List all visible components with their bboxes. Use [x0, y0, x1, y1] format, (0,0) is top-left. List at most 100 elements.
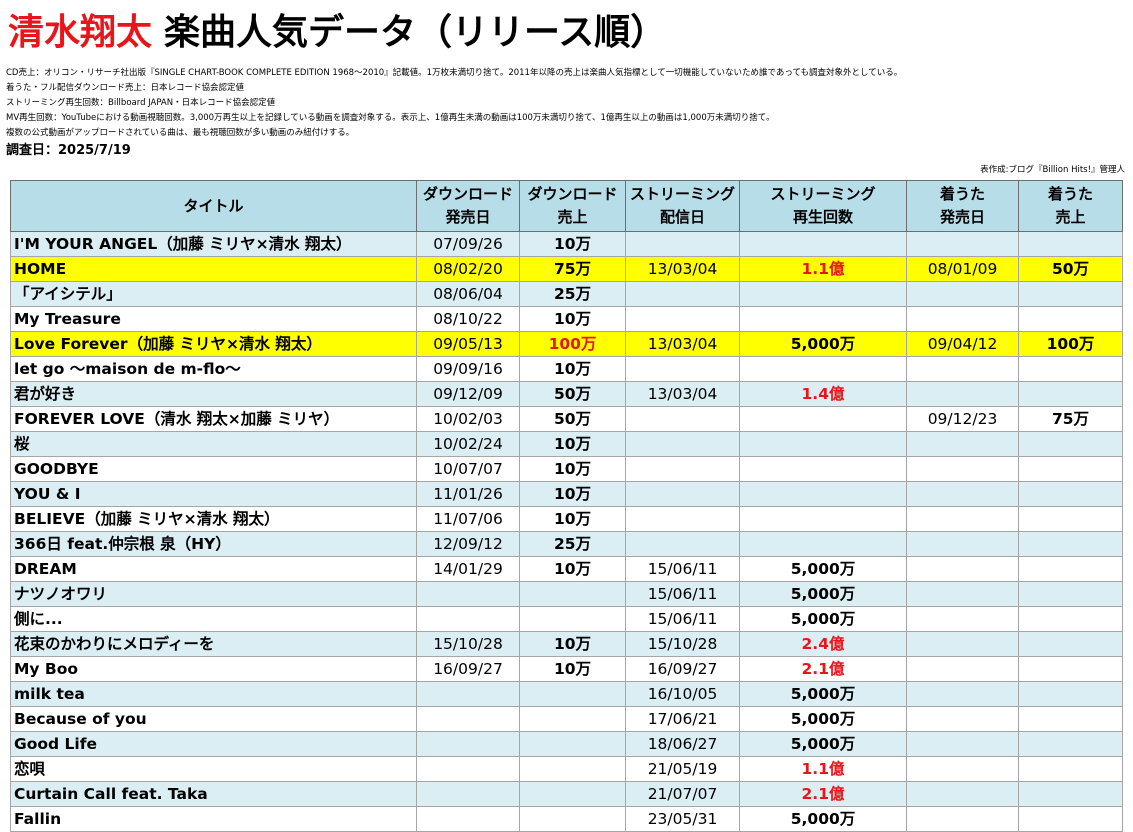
cell-download-sales: 50万	[519, 381, 626, 407]
cell-download-date	[416, 781, 520, 807]
header-label: ストリーミング 再生回数	[770, 185, 876, 226]
cell-streaming-date: 21/07/07	[625, 781, 740, 807]
cell-download-sales	[519, 706, 626, 732]
cell-download-sales: 10万	[519, 556, 626, 582]
cell-chakuuta-date	[906, 556, 1019, 582]
table-row: GOODBYE 10/07/07 10万	[10, 456, 1123, 482]
cell-download-sales	[519, 606, 626, 632]
cell-chakuuta-date	[906, 306, 1019, 332]
table-row: 花束のかわりにメロディーを 15/10/28 10万 15/10/28 2.4億	[10, 631, 1123, 657]
table-row: DREAM 14/01/29 10万 15/06/11 5,000万	[10, 556, 1123, 582]
cell-download-date	[416, 731, 520, 757]
table-row: ナツノオワリ 15/06/11 5,000万	[10, 581, 1123, 607]
cell-download-sales	[519, 756, 626, 782]
cell-chakuuta-sales	[1018, 731, 1123, 757]
table-row: 「アイシテル」 08/06/04 25万	[10, 281, 1123, 307]
cell-download-date: 10/02/24	[416, 431, 520, 457]
table-body: I'M YOUR ANGEL（加藤 ミリヤ×清水 翔太） 07/09/26 10…	[10, 231, 1123, 832]
cell-chakuuta-date	[906, 606, 1019, 632]
cell-download-date: 12/09/12	[416, 531, 520, 557]
cell-chakuuta-date	[906, 631, 1019, 657]
cell-chakuuta-date	[906, 456, 1019, 482]
cell-streaming-plays	[739, 481, 907, 507]
cell-chakuuta-sales	[1018, 231, 1123, 257]
note-streaming: ストリーミング再生回数：Billboard JAPAN・日本レコード協会認定値	[6, 98, 276, 108]
table-row: My Boo 16/09/27 10万 16/09/27 2.1億	[10, 656, 1123, 682]
cell-chakuuta-date	[906, 731, 1019, 757]
header-label: タイトル	[183, 196, 244, 215]
cell-streaming-date	[625, 531, 740, 557]
cell-streaming-plays: 5,000万	[739, 606, 907, 632]
cell-title: GOODBYE	[10, 456, 417, 482]
table-row: 恋唄 21/05/19 1.1億	[10, 756, 1123, 782]
cell-download-sales: 10万	[519, 481, 626, 507]
song-data-table: タイトル ダウンロード 発売日 ダウンロード 売上 ストリーミング 配信日 ストリーミ…	[10, 180, 1123, 832]
cell-streaming-date	[625, 506, 740, 532]
cell-title: 花束のかわりにメロディーを	[10, 631, 417, 657]
cell-download-date: 08/02/20	[416, 256, 520, 282]
table-row: My Treasure 08/10/22 10万	[10, 306, 1123, 332]
cell-streaming-plays: 5,000万	[739, 706, 907, 732]
cell-title: Fallin	[10, 806, 417, 832]
cell-title: Curtain Call feat. Taka	[10, 781, 417, 807]
cell-streaming-date: 18/06/27	[625, 731, 740, 757]
header-download-sales: ダウンロード 売上	[519, 180, 626, 232]
cell-chakuuta-date	[906, 581, 1019, 607]
cell-chakuuta-sales	[1018, 306, 1123, 332]
table-row: 366日 feat.仲宗根 泉（HY） 12/09/12 25万	[10, 531, 1123, 557]
cell-streaming-plays	[739, 281, 907, 307]
cell-chakuuta-sales	[1018, 556, 1123, 582]
table-row: I'M YOUR ANGEL（加藤 ミリヤ×清水 翔太） 07/09/26 10…	[10, 231, 1123, 257]
cell-download-sales: 10万	[519, 456, 626, 482]
header-label: 着うた 売上	[1047, 185, 1093, 226]
table-row: HOME 08/02/20 75万 13/03/04 1.1億 08/01/09…	[10, 256, 1123, 282]
cell-chakuuta-date	[906, 756, 1019, 782]
cell-download-date: 10/02/03	[416, 406, 520, 432]
table-row: BELIEVE（加藤 ミリヤ×清水 翔太） 11/07/06 10万	[10, 506, 1123, 532]
table-row: FOREVER LOVE（清水 翔太×加藤 ミリヤ） 10/02/03 50万 …	[10, 406, 1123, 432]
table-row: 桜 10/02/24 10万	[10, 431, 1123, 457]
table-row: Love Forever（加藤 ミリヤ×清水 翔太） 09/05/13 100万…	[10, 331, 1123, 357]
cell-download-date	[416, 606, 520, 632]
cell-streaming-plays: 5,000万	[739, 681, 907, 707]
cell-download-date: 08/06/04	[416, 281, 520, 307]
cell-download-date	[416, 706, 520, 732]
cell-chakuuta-date	[906, 231, 1019, 257]
cell-chakuuta-sales	[1018, 581, 1123, 607]
cell-streaming-date: 21/05/19	[625, 756, 740, 782]
note-mv-views: MV再生回数：YouTubeにおける動画視聴回数。3,000万再生以上を記録して…	[6, 113, 775, 123]
cell-streaming-plays: 1.4億	[739, 381, 907, 407]
cell-title: 恋唄	[10, 756, 417, 782]
cell-chakuuta-sales	[1018, 356, 1123, 382]
cell-chakuuta-sales	[1018, 431, 1123, 457]
cell-download-sales	[519, 806, 626, 832]
cell-streaming-plays	[739, 231, 907, 257]
cell-streaming-plays: 5,000万	[739, 556, 907, 582]
header-title: タイトル	[10, 180, 417, 232]
cell-download-date: 16/09/27	[416, 656, 520, 682]
title-artist: 清水翔太	[8, 12, 153, 53]
cell-streaming-date: 15/10/28	[625, 631, 740, 657]
cell-chakuuta-date	[906, 806, 1019, 832]
cell-title: 君が好き	[10, 381, 417, 407]
cell-title: Good Life	[10, 731, 417, 757]
cell-streaming-date: 13/03/04	[625, 381, 740, 407]
cell-chakuuta-date: 09/04/12	[906, 331, 1019, 357]
survey-date: 調査日：2025/7/19	[6, 143, 131, 158]
cell-title: My Treasure	[10, 306, 417, 332]
cell-streaming-date: 15/06/11	[625, 556, 740, 582]
header-chakuuta-date: 着うた 発売日	[906, 180, 1019, 232]
cell-streaming-plays: 5,000万	[739, 331, 907, 357]
cell-title: My Boo	[10, 656, 417, 682]
cell-download-sales: 10万	[519, 656, 626, 682]
cell-chakuuta-sales	[1018, 381, 1123, 407]
cell-streaming-plays: 5,000万	[739, 731, 907, 757]
table-row: Fallin 23/05/31 5,000万	[10, 806, 1123, 832]
cell-title: Because of you	[10, 706, 417, 732]
cell-download-sales: 10万	[519, 306, 626, 332]
cell-download-sales	[519, 681, 626, 707]
cell-streaming-plays	[739, 456, 907, 482]
cell-streaming-date: 23/05/31	[625, 806, 740, 832]
cell-streaming-plays	[739, 356, 907, 382]
cell-download-sales: 25万	[519, 531, 626, 557]
